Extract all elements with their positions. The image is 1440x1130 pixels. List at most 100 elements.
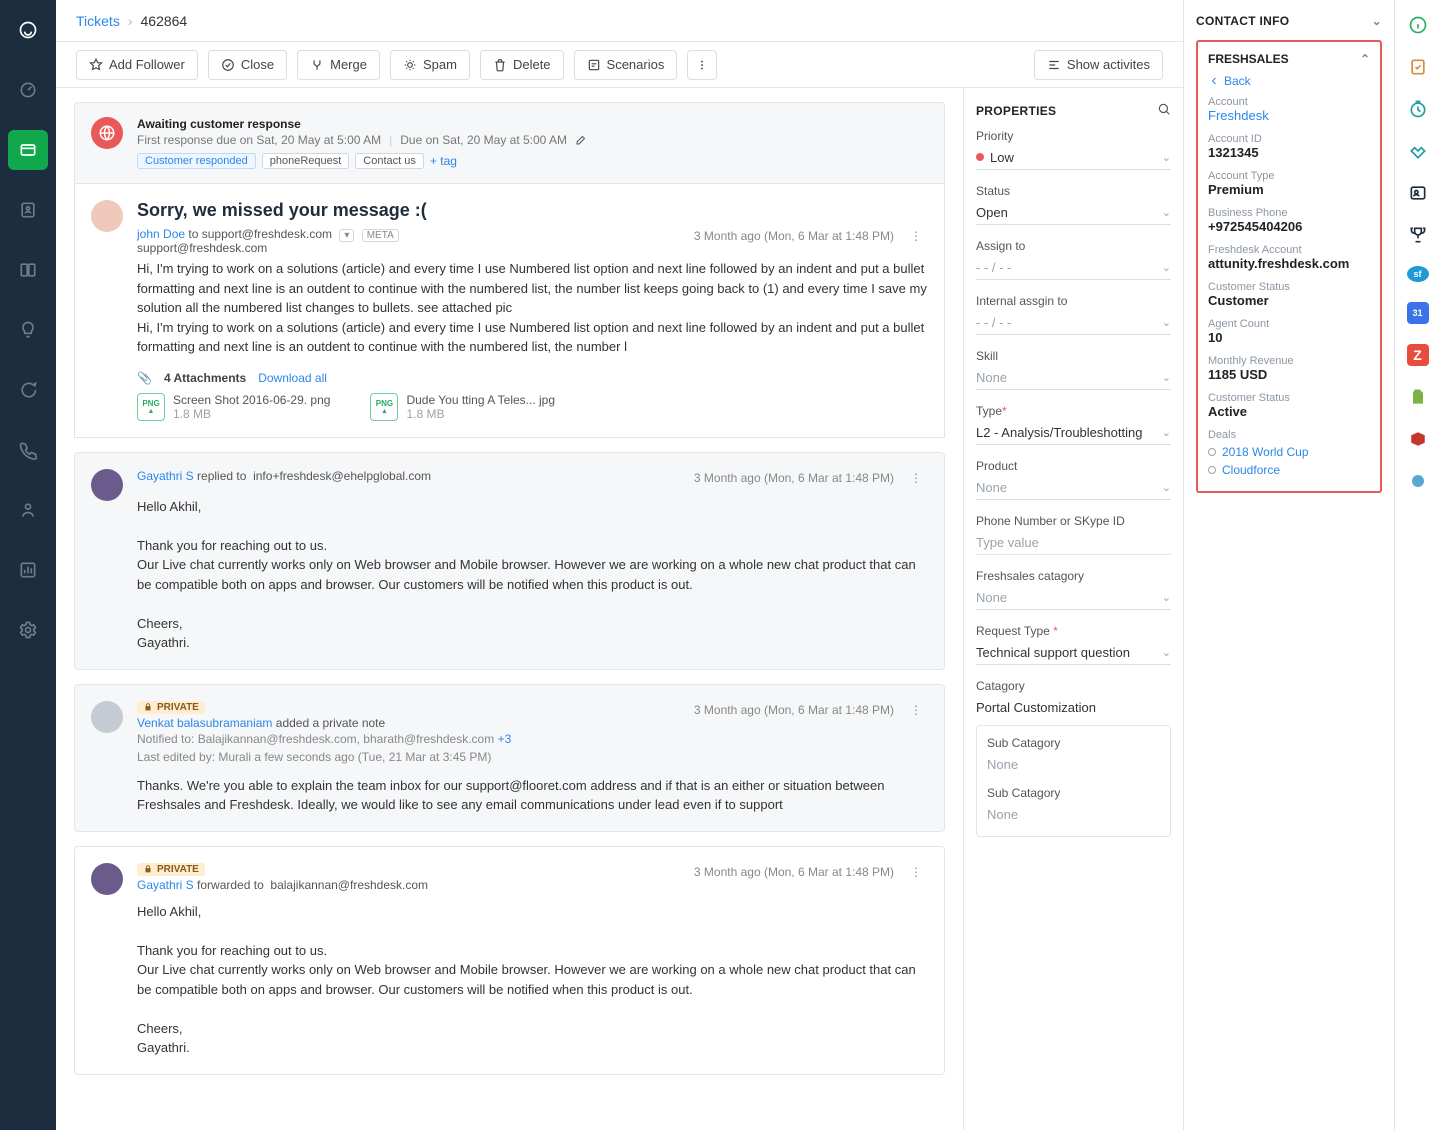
chevron-down-icon: ⌄ xyxy=(1162,316,1171,329)
search-icon[interactable] xyxy=(1157,102,1171,119)
todo-icon[interactable] xyxy=(1407,56,1429,78)
chat-icon[interactable] xyxy=(8,370,48,410)
account-link[interactable]: Freshdesk xyxy=(1208,108,1269,123)
assign-select[interactable]: - - / - -⌄ xyxy=(976,256,1171,280)
customer-status: Customer xyxy=(1208,293,1370,308)
message-more-icon[interactable]: ⋮ xyxy=(904,863,928,881)
timer-icon[interactable] xyxy=(1407,98,1429,120)
avatar xyxy=(91,469,123,501)
breadcrumb-root[interactable]: Tickets xyxy=(76,13,120,29)
attachment-count: 4 Attachments xyxy=(164,371,246,385)
brand-icon[interactable] xyxy=(8,10,48,50)
notified-more[interactable]: +3 xyxy=(498,732,512,746)
deal-link[interactable]: Cloudforce xyxy=(1222,463,1280,477)
sender-name[interactable]: Gayathri S xyxy=(137,469,194,483)
trophy-icon[interactable] xyxy=(1407,224,1429,246)
freshsales-card: FRESHSALES⌃ Back AccountFreshdesk Accoun… xyxy=(1196,40,1382,493)
breadcrumb-separator-icon: › xyxy=(128,13,133,29)
shopify-icon[interactable] xyxy=(1407,386,1429,408)
request-type-select[interactable]: Technical support question⌄ xyxy=(976,641,1171,665)
skill-select[interactable]: None⌄ xyxy=(976,366,1171,390)
deal-link[interactable]: 2018 World Cup xyxy=(1222,445,1309,459)
chevron-down-icon: ⌄ xyxy=(1162,151,1171,164)
box-icon[interactable] xyxy=(1407,428,1429,450)
ticket-subject: Sorry, we missed your message :( xyxy=(137,200,928,221)
account-id: 1321345 xyxy=(1208,145,1370,160)
edit-icon[interactable] xyxy=(575,134,587,146)
more-actions-button[interactable] xyxy=(687,50,717,80)
phone-input[interactable] xyxy=(976,531,1171,555)
customer-status-2: Active xyxy=(1208,404,1370,419)
chevron-down-icon: ⌄ xyxy=(1162,371,1171,384)
add-follower-button[interactable]: Add Follower xyxy=(76,50,198,80)
contact-card-icon[interactable] xyxy=(1407,182,1429,204)
freshdesk-account: attunity.freshdesk.com xyxy=(1208,256,1370,271)
dashboard-icon[interactable] xyxy=(8,70,48,110)
private-badge: PRIVATE xyxy=(137,863,205,876)
chevron-down-icon: ⌄ xyxy=(1162,261,1171,274)
chevron-up-icon[interactable]: ⌃ xyxy=(1360,52,1370,66)
account-type: Premium xyxy=(1208,182,1370,197)
tag[interactable]: Customer responded xyxy=(137,153,256,169)
sender-name[interactable]: Venkat balasubramaniam xyxy=(137,716,272,730)
category-select[interactable]: Portal Customization xyxy=(976,696,1171,719)
integrations-rail: sf 31 Z xyxy=(1394,0,1440,1130)
freshsales-category-select[interactable]: None⌄ xyxy=(976,586,1171,610)
close-button[interactable]: Close xyxy=(208,50,287,80)
handshake-icon[interactable] xyxy=(1407,140,1429,162)
message-time: 3 Month ago (Mon, 6 Mar at 1:48 PM) xyxy=(694,865,894,879)
agent-count: 10 xyxy=(1208,330,1370,345)
contact-panel: CONTACT INFO⌄ FRESHSALES⌃ Back AccountFr… xyxy=(1184,0,1394,1130)
message-more-icon[interactable]: ⋮ xyxy=(904,469,928,487)
ideas-icon[interactable] xyxy=(8,310,48,350)
add-tag[interactable]: + tag xyxy=(430,154,457,168)
message-more-icon[interactable]: ⋮ xyxy=(904,227,928,245)
globe-icon[interactable] xyxy=(1407,470,1429,492)
calendar-icon[interactable]: 31 xyxy=(1407,302,1429,324)
freshsales-title: FRESHSALES xyxy=(1208,52,1289,66)
show-activities-button[interactable]: Show activites xyxy=(1034,50,1163,80)
product-select[interactable]: None⌄ xyxy=(976,476,1171,500)
message-time: 3 Month ago (Mon, 6 Mar at 1:48 PM) xyxy=(694,229,894,243)
chevron-down-icon[interactable]: ⌄ xyxy=(1372,14,1382,28)
status-icon xyxy=(91,117,123,149)
back-link[interactable]: Back xyxy=(1208,74,1370,88)
action-bar: Add Follower Close Merge Spam Delete Sce… xyxy=(56,42,1183,88)
contacts-icon[interactable] xyxy=(8,190,48,230)
status-select[interactable]: Open⌄ xyxy=(976,201,1171,225)
attachment[interactable]: PNG▲ Dude You tting A Teles... jpg1.8 MB xyxy=(370,393,555,421)
main-column: Tickets › 462864 Add Follower Close Merg… xyxy=(56,0,1184,1130)
reports-icon[interactable] xyxy=(8,550,48,590)
internal-assign-select[interactable]: - - / - -⌄ xyxy=(976,311,1171,335)
subcategory-select[interactable]: None xyxy=(987,803,1160,826)
sender-name[interactable]: Gayathri S xyxy=(137,878,194,892)
salesforce-icon[interactable]: sf xyxy=(1407,266,1429,282)
spam-button[interactable]: Spam xyxy=(390,50,470,80)
properties-title: PROPERTIES xyxy=(976,104,1056,118)
settings-icon[interactable] xyxy=(8,610,48,650)
recipients-dropdown[interactable]: ▾ xyxy=(339,229,354,242)
zoho-icon[interactable]: Z xyxy=(1407,344,1429,366)
scenarios-button[interactable]: Scenarios xyxy=(574,50,678,80)
attachment[interactable]: PNG▲ Screen Shot 2016-06-29. png1.8 MB xyxy=(137,393,330,421)
ticket-private-note: PRIVATE Venkat balasubramaniam added a p… xyxy=(74,684,945,832)
tag[interactable]: Contact us xyxy=(355,153,424,169)
priority-select[interactable]: Low⌄ xyxy=(976,146,1171,170)
delete-button[interactable]: Delete xyxy=(480,50,564,80)
ticket-reply: Gayathri S replied to info+freshdesk@ehe… xyxy=(74,452,945,670)
left-nav-rail xyxy=(0,0,56,1130)
subcategory-select[interactable]: None xyxy=(987,753,1160,776)
chevron-down-icon: ⌄ xyxy=(1162,591,1171,604)
sender-name[interactable]: john Doe xyxy=(137,227,185,241)
tickets-icon[interactable] xyxy=(8,130,48,170)
solutions-icon[interactable] xyxy=(8,250,48,290)
type-select[interactable]: L2 - Analysis/Troubleshotting⌄ xyxy=(976,421,1171,445)
download-all-link[interactable]: Download all xyxy=(258,371,327,385)
tag[interactable]: phoneRequest xyxy=(262,153,350,169)
sender-email: support@freshdesk.com xyxy=(137,241,267,255)
bot-icon[interactable] xyxy=(8,490,48,530)
phone-icon[interactable] xyxy=(8,430,48,470)
info-icon[interactable] xyxy=(1407,14,1429,36)
message-more-icon[interactable]: ⋮ xyxy=(904,701,928,719)
merge-button[interactable]: Merge xyxy=(297,50,380,80)
